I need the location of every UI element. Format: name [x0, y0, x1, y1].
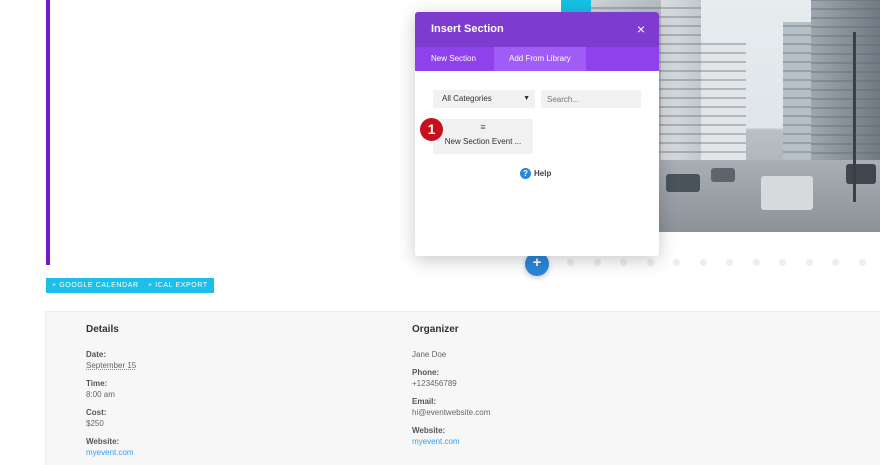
insert-section-modal: Insert Section × New Section Add From Li…: [415, 12, 659, 256]
divider-dot: [567, 259, 574, 266]
car: [846, 164, 876, 184]
divider-dot: [700, 259, 707, 266]
modal-tabs: New Section Add From Library: [415, 47, 659, 71]
divider-dot: [620, 259, 627, 266]
help-link[interactable]: ? Help: [520, 168, 551, 179]
car: [666, 174, 700, 192]
category-select[interactable]: All Categories ▼: [433, 90, 535, 108]
organizer-value: +123456789: [412, 379, 457, 388]
event-details-panel: Details Date: September 15 Time: 8:00 am…: [45, 311, 880, 465]
library-search-input[interactable]: [541, 90, 641, 108]
divider-dot: [832, 259, 839, 266]
detail-website: Website: myevent.com: [86, 436, 136, 458]
details-heading: Details: [86, 324, 119, 335]
step-number-badge: 1: [420, 118, 443, 141]
ical-export-button[interactable]: + iCal Export: [142, 278, 214, 293]
organizer-heading: Organizer: [412, 324, 459, 335]
divider-dot: [859, 259, 866, 266]
organizer-website: Website: myevent.com: [412, 425, 490, 447]
detail-value: $250: [86, 419, 104, 428]
building: [783, 22, 813, 162]
detail-label: Cost:: [86, 408, 107, 417]
divider-dot: [594, 259, 601, 266]
google-calendar-button[interactable]: + Google Calendar: [46, 278, 145, 293]
library-item-label: New Section Event ...: [444, 137, 522, 146]
organizer-email: Email: hi@eventwebsite.com: [412, 396, 490, 418]
organizer-website-link[interactable]: myevent.com: [412, 436, 490, 447]
category-select-value: All Categories: [442, 94, 492, 103]
detail-date: Date: September 15: [86, 349, 136, 371]
details-column: Details Date: September 15 Time: 8:00 am…: [86, 324, 136, 465]
organizer-label: Website:: [412, 426, 446, 435]
detail-time: Time: 8:00 am: [86, 378, 136, 400]
divider-dot: [726, 259, 733, 266]
layout-icon: ≡: [480, 122, 486, 132]
detail-label: Time:: [86, 379, 108, 388]
organizer-column: Organizer Jane Doe Phone: +123456789 Ema…: [412, 324, 490, 454]
car: [711, 168, 735, 182]
close-icon[interactable]: ×: [637, 21, 645, 37]
help-label: Help: [534, 169, 552, 178]
website-link[interactable]: myevent.com: [86, 447, 136, 458]
divider-dot: [647, 259, 654, 266]
caret-down-icon: ▼: [523, 95, 530, 102]
divider-dot: [673, 259, 680, 266]
detail-cost: Cost: $250: [86, 407, 136, 429]
detail-label: Date:: [86, 350, 107, 359]
building: [701, 42, 746, 162]
detail-value: September 15: [86, 361, 137, 370]
detail-label: Website:: [86, 437, 120, 446]
car: [761, 176, 813, 210]
divider-dot: [753, 259, 760, 266]
cyan-strip: [561, 0, 591, 12]
organizer-value: hi@eventwebsite.com: [412, 408, 491, 417]
detail-value: 8:00 am: [86, 390, 115, 399]
organizer-label: Phone:: [412, 368, 440, 377]
organizer-name-value: Jane Doe: [412, 350, 447, 359]
modal-header: Insert Section ×: [415, 12, 659, 47]
library-item[interactable]: ≡ New Section Event ...: [433, 119, 533, 154]
organizer-phone: Phone: +123456789: [412, 367, 490, 389]
section-accent-bar: [46, 0, 50, 265]
divider-dot: [806, 259, 813, 266]
building: [811, 0, 880, 172]
organizer-name: Jane Doe: [412, 349, 490, 360]
page: + + Google Calendar + iCal Export Detail…: [0, 0, 880, 465]
street-pole: [853, 32, 856, 202]
help-icon: ?: [520, 168, 531, 179]
tab-add-from-library[interactable]: Add From Library: [494, 47, 586, 71]
organizer-label: Email:: [412, 397, 437, 406]
tab-new-section[interactable]: New Section: [421, 47, 486, 71]
modal-title: Insert Section: [431, 23, 504, 35]
divider-dot: [779, 259, 786, 266]
building: [661, 0, 701, 162]
